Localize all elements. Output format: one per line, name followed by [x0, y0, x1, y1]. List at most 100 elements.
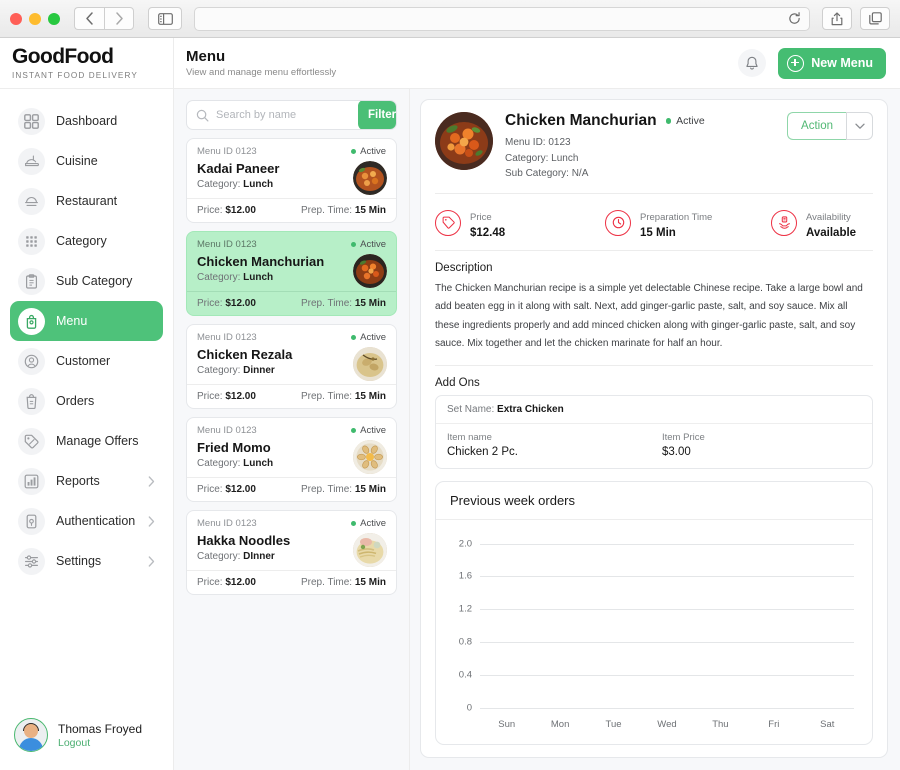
menu-card[interactable]: Menu ID 0123 Active Kadai Paneer Categor… [186, 138, 397, 223]
menu-detail-panel: Chicken Manchurian Active Menu ID: 0123 … [410, 89, 900, 770]
chevron-right-icon [148, 555, 155, 567]
sidebar-item-dashboard[interactable]: Dashboard [10, 101, 163, 141]
sidebar-item-label: Authentication [56, 514, 136, 528]
chevron-left-icon [86, 12, 93, 25]
status-dot-icon [350, 427, 357, 434]
menu-card-list: Menu ID 0123 Active Kadai Paneer Categor… [174, 138, 409, 770]
addon-set-name: Extra Chicken [497, 403, 564, 415]
sidebar-toggle-button[interactable] [148, 7, 182, 30]
search-row: Filter [174, 89, 409, 138]
action-button[interactable]: Action [787, 112, 846, 140]
detail-meta: Menu ID: 0123 Category: Lunch Sub Catego… [505, 135, 705, 182]
menu-card-status: Active [350, 239, 386, 250]
menu-card[interactable]: Menu ID 0123 Active Chicken Manchurian C… [186, 231, 397, 316]
sidebar-item-manage-offers[interactable]: Manage Offers [10, 421, 163, 461]
menu-card-price: Price: $12.00 [197, 205, 256, 216]
status-dot-icon [350, 241, 357, 248]
sidebar-user[interactable]: Thomas Froyed Logout [0, 706, 173, 770]
share-button[interactable] [822, 7, 852, 30]
menu-card-image [353, 533, 387, 567]
sidebar-item-authentication[interactable]: Authentication [10, 501, 163, 541]
sidebar-item-orders[interactable]: Orders [10, 381, 163, 421]
reload-icon[interactable] [788, 12, 801, 25]
menu-card-prep-value: 15 Min [354, 484, 386, 495]
sidebar-nav: Dashboard Cuisine Restaurant Category Su… [0, 89, 173, 706]
action-caret-button[interactable] [846, 112, 873, 140]
sidebar-item-label: Dashboard [56, 114, 118, 128]
sidebar-item-menu[interactable]: Menu [10, 301, 163, 341]
chart-gridline: 0.4 [459, 670, 854, 681]
chart-x-tick: Thu [712, 719, 729, 730]
notification-button[interactable] [738, 49, 767, 77]
menu-card-price: Price: $12.00 [197, 577, 256, 588]
chart-gridline: 0.8 [459, 637, 854, 648]
addon-item-name-col: Item name Chicken 2 Pc. [447, 432, 662, 458]
sidebar-item-label: Cuisine [56, 154, 98, 168]
menu-card-prep-value: 15 Min [354, 577, 386, 588]
logout-link[interactable]: Logout [58, 737, 142, 749]
sidebar-item-label: Menu [56, 314, 88, 328]
menu-card-prep: Prep. Time: 15 Min [301, 391, 386, 402]
plus-icon [787, 54, 805, 72]
forward-button[interactable] [104, 7, 134, 30]
notification-bell-icon [746, 56, 758, 70]
availability-hands-icon [771, 209, 797, 236]
menu-card-id: Menu ID 0123 [197, 425, 257, 436]
new-menu-button[interactable]: New Menu [778, 47, 886, 79]
sidebar-toggle-icon [157, 12, 173, 25]
menu-card-category-value: Lunch [243, 179, 274, 190]
menu-card-id: Menu ID 0123 [197, 146, 257, 157]
minimize-window-button[interactable] [29, 12, 41, 25]
window-controls[interactable] [10, 12, 60, 25]
restaurant-icon [18, 187, 45, 215]
address-bar[interactable] [194, 6, 810, 31]
detail-stat-value: $12.48 [470, 226, 506, 239]
menu-card-status-label: Active [360, 239, 386, 250]
sidebar-item-restaurant[interactable]: Restaurant [10, 181, 163, 221]
description-section: Description The Chicken Manchurian recip… [435, 262, 873, 354]
main-column: Menu View and manage menu effortlessly N… [174, 38, 900, 770]
chart-x-tick: Tue [605, 719, 622, 730]
maximize-window-button[interactable] [48, 12, 60, 25]
chart-gridline: 0 [467, 703, 854, 714]
tabs-button[interactable] [860, 7, 890, 30]
action-dropdown[interactable]: Action [787, 112, 873, 140]
search-box[interactable]: Filter [186, 100, 397, 130]
chart-x-tick: Mon [550, 719, 570, 730]
offers-tag-icon [18, 427, 45, 455]
sidebar-item-reports[interactable]: Reports [10, 461, 163, 501]
sidebar-item-customer[interactable]: Customer [10, 341, 163, 381]
addon-item-price-col: Item Price $3.00 [662, 432, 705, 458]
menu-card-category-value: DInner [243, 551, 275, 562]
customer-icon [18, 347, 45, 375]
menu-card-prep-label: Prep. Time: [300, 577, 353, 588]
menu-card-image [353, 254, 387, 288]
menu-card[interactable]: Menu ID 0123 Active Chicken Rezala Categ… [186, 324, 397, 409]
menu-card-prep-value: 15 Min [354, 205, 386, 216]
detail-stats-row: Price $12.48 Preparation Time 15 Min Ava… [435, 205, 873, 239]
chart-y-tick: 0.8 [458, 636, 472, 648]
sidebar-item-category[interactable]: Category [10, 221, 163, 261]
detail-stat: Price $12.48 [435, 207, 605, 239]
cuisine-icon [18, 147, 45, 175]
settings-sliders-icon [18, 547, 45, 575]
detail-stat: Availability Available [771, 207, 856, 239]
sidebar-item-cuisine[interactable]: Cuisine [10, 141, 163, 181]
clipboard-icon [18, 267, 45, 295]
sidebar-item-sub-category[interactable]: Sub Category [10, 261, 163, 301]
menu-card[interactable]: Menu ID 0123 Active Fried Momo Category:… [186, 417, 397, 502]
back-button[interactable] [74, 7, 104, 30]
menu-card-prep-label: Prep. Time: [300, 391, 353, 402]
sidebar-item-settings[interactable]: Settings [10, 541, 163, 581]
brand-logo[interactable]: GoodFood INSTANT FOOD DELIVERY [0, 38, 173, 89]
addon-item-name-value: Chicken 2 Pc. [447, 445, 518, 458]
tabs-icon [868, 12, 882, 25]
filter-button[interactable]: Filter [358, 101, 396, 129]
sidebar-item-label: Orders [56, 394, 95, 408]
detail-status-label: Active [676, 115, 705, 127]
search-input[interactable] [209, 109, 358, 121]
menu-card[interactable]: Menu ID 0123 Active Hakka Noodles Catego… [186, 510, 397, 595]
close-window-button[interactable] [10, 12, 22, 25]
menu-card-image [353, 347, 387, 381]
menu-card-image [353, 440, 387, 474]
